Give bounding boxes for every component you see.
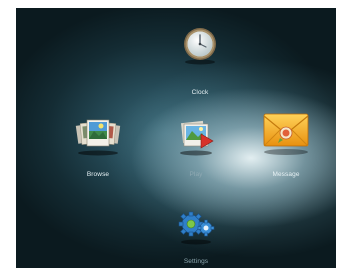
home-menu-screen: Clock Browse Play Message Settings bbox=[16, 8, 336, 268]
menu-item-message[interactable]: Message bbox=[256, 108, 316, 186]
play-photo-icon bbox=[180, 120, 214, 156]
clock-icon bbox=[184, 28, 216, 65]
menu-item-label: Settings bbox=[183, 258, 209, 265]
menu-item-browse[interactable]: Browse bbox=[68, 116, 128, 186]
menu-item-label: Play bbox=[189, 171, 203, 178]
menu-item-label: Browse bbox=[86, 171, 110, 178]
menu-item-play[interactable]: Play bbox=[166, 116, 226, 186]
envelope-icon bbox=[263, 113, 309, 155]
photo-stack-icon bbox=[75, 119, 121, 156]
menu-item-clock[interactable]: Clock bbox=[170, 26, 230, 106]
menu-item-settings[interactable]: Settings bbox=[166, 206, 226, 268]
gears-icon bbox=[178, 211, 215, 245]
menu-item-label: Clock bbox=[191, 89, 209, 96]
menu-item-label: Message bbox=[272, 171, 300, 178]
